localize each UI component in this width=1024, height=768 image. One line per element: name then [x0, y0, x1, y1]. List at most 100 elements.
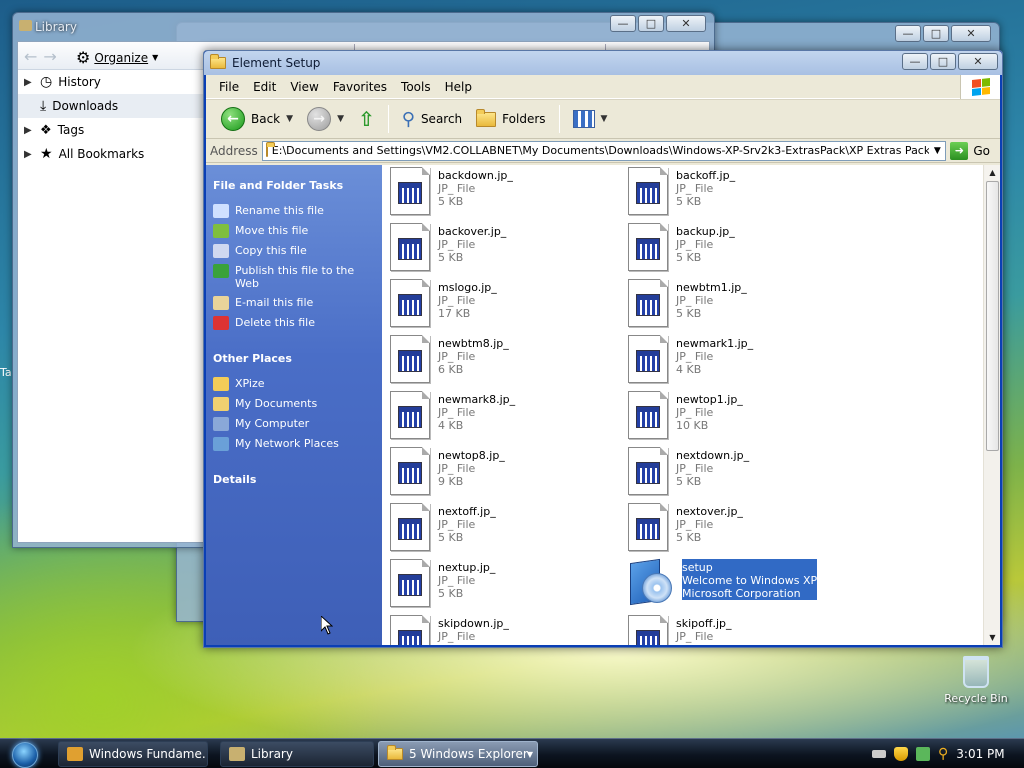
- tree-item-label: History: [58, 75, 101, 89]
- file-item[interactable]: newmark8.jp_ JP_ File 4 KB: [390, 391, 628, 439]
- folders-button[interactable]: Folders: [471, 104, 550, 134]
- xpize-icon: [213, 377, 229, 391]
- folders-icon: [476, 108, 497, 127]
- expand-arrow-icon[interactable]: ▶: [24, 77, 34, 88]
- search-icon[interactable]: ⚲: [938, 746, 948, 762]
- menu-edit[interactable]: Edit: [246, 80, 283, 94]
- file-size: 5 KB: [438, 195, 464, 208]
- explorer-maximize-button[interactable]: □: [930, 53, 956, 70]
- tree-item-downloads[interactable]: ⤓ Downloads: [18, 94, 204, 118]
- file-item[interactable]: setup Welcome to Windows XP Microsoft Corp…: [628, 558, 866, 607]
- tree-item-all-bookmarks[interactable]: ▶ ★ All Bookmarks: [18, 142, 204, 166]
- task-e-mail-this-file[interactable]: E-mail this file: [206, 294, 382, 314]
- file-item[interactable]: nextdown.jp_ JP_ File 5 KB: [628, 447, 866, 495]
- file-item[interactable]: backover.jp_ JP_ File 5 KB: [390, 223, 628, 271]
- explorer-minimize-button[interactable]: —: [902, 53, 928, 70]
- expand-arrow-icon[interactable]: ▶: [24, 149, 34, 160]
- views-dropdown-icon[interactable]: ▼: [601, 114, 608, 124]
- tree-item-tags[interactable]: ▶ ❖ Tags: [18, 118, 204, 142]
- file-folder-tasks-title[interactable]: File and Folder Tasks: [206, 177, 382, 202]
- library-minimize-button[interactable]: —: [610, 15, 636, 32]
- maximize-button[interactable]: □: [923, 25, 949, 42]
- start-button[interactable]: [7, 739, 41, 768]
- file-item[interactable]: nextoff.jp_ JP_ File 5 KB: [390, 503, 628, 551]
- file-size: Microsoft Corporation: [682, 587, 801, 600]
- scroll-up-icon[interactable]: ▲: [985, 165, 1000, 180]
- back-button[interactable]: ← Back ▼: [216, 104, 298, 134]
- go-button[interactable]: ➜ Go: [950, 141, 1000, 160]
- explorer-title-bar[interactable]: Element Setup: [204, 51, 1002, 75]
- task-copy-this-file[interactable]: Copy this file: [206, 242, 382, 262]
- file-item[interactable]: nextup.jp_ JP_ File 5 KB: [390, 559, 628, 607]
- file-info: nextup.jp_ JP_ File 5 KB: [438, 559, 495, 600]
- clock[interactable]: 3:01 PM: [956, 747, 1004, 761]
- scroll-thumb[interactable]: [986, 181, 999, 451]
- menu-tools[interactable]: Tools: [394, 80, 438, 94]
- up-folder-button[interactable]: ⇧: [353, 104, 380, 134]
- file-item[interactable]: backup.jp_ JP_ File 5 KB: [628, 223, 866, 271]
- menu-favorites[interactable]: Favorites: [326, 80, 394, 94]
- address-dropdown-icon[interactable]: ▼: [929, 141, 946, 160]
- recycle-bin[interactable]: Recycle Bin: [940, 656, 1012, 705]
- task-move-this-file[interactable]: Move this file: [206, 222, 382, 242]
- standard-toolbar: ← Back ▼ → ▼ ⇧ ⚲ Search Folders ▼: [206, 99, 1000, 139]
- back-dropdown-icon[interactable]: ▼: [286, 114, 293, 124]
- forward-dropdown-icon[interactable]: ▼: [337, 114, 344, 124]
- image-file-icon: [628, 391, 668, 439]
- close-button[interactable]: ✕: [951, 25, 991, 42]
- file-info: newmark1.jp_ JP_ File 4 KB: [676, 335, 753, 376]
- other-places-title[interactable]: Other Places: [206, 350, 382, 375]
- file-item[interactable]: nextover.jp_ JP_ File 5 KB: [628, 503, 866, 551]
- task-my-documents[interactable]: My Documents: [206, 395, 382, 415]
- organize-menu[interactable]: ⚙ Organize ▼: [76, 48, 158, 67]
- file-info: backdown.jp_ JP_ File 5 KB: [438, 167, 513, 208]
- group-dropdown-icon[interactable]: ▼: [527, 750, 533, 759]
- explorer-close-button[interactable]: ✕: [958, 53, 998, 70]
- file-item[interactable]: backoff.jp_ JP_ File 5 KB: [628, 167, 866, 215]
- views-button[interactable]: ▼: [568, 104, 613, 134]
- task-my-network-places[interactable]: My Network Places: [206, 435, 382, 455]
- menu-help[interactable]: Help: [438, 80, 479, 94]
- task-delete-this-file[interactable]: Delete this file: [206, 314, 382, 334]
- task-publish-this-file-to-the-web[interactable]: Publish this file to the Web: [206, 262, 382, 294]
- file-item[interactable]: skipdown.jp_ JP_ File: [390, 615, 628, 645]
- taskbar-button-library[interactable]: Library: [220, 741, 374, 767]
- search-button[interactable]: ⚲ Search: [397, 104, 467, 134]
- network-icon[interactable]: [916, 747, 930, 761]
- expand-arrow-icon[interactable]: ▶: [24, 125, 34, 136]
- keyboard-icon[interactable]: [872, 750, 886, 758]
- file-item[interactable]: newtop1.jp_ JP_ File 10 KB: [628, 391, 866, 439]
- file-item[interactable]: newbtm1.jp_ JP_ File 5 KB: [628, 279, 866, 327]
- library-nav-arrows[interactable]: ←→: [24, 47, 63, 66]
- file-item[interactable]: newmark1.jp_ JP_ File 4 KB: [628, 335, 866, 383]
- task-rename-this-file[interactable]: Rename this file: [206, 202, 382, 222]
- tree-item-history[interactable]: ▶ ◷ History: [18, 70, 204, 94]
- file-item[interactable]: newbtm8.jp_ JP_ File 6 KB: [390, 335, 628, 383]
- library-maximize-button[interactable]: □: [638, 15, 664, 32]
- library-close-button[interactable]: ✕: [666, 15, 706, 32]
- forward-button[interactable]: → ▼: [302, 104, 349, 134]
- explorer-window[interactable]: Element Setup — □ ✕ File Edit View Favor…: [203, 50, 1003, 648]
- file-list[interactable]: backdown.jp_ JP_ File 5 KB backoff.jp_ JP_ F…: [382, 165, 983, 645]
- task-xpize[interactable]: XPize: [206, 375, 382, 395]
- vertical-scrollbar[interactable]: ▲ ▼: [983, 165, 1000, 645]
- details-title[interactable]: Details: [206, 471, 382, 496]
- minimize-button[interactable]: —: [895, 25, 921, 42]
- taskbar-button-windows-fundamentals[interactable]: Windows Fundame...: [58, 741, 208, 767]
- image-file-icon: [628, 447, 668, 495]
- file-name: newtop8.jp_: [438, 449, 505, 462]
- menu-view[interactable]: View: [283, 80, 325, 94]
- address-input[interactable]: E:\Documents and Settings\VM2.COLLABNET\…: [261, 140, 947, 161]
- file-name: nextup.jp_: [438, 561, 496, 574]
- file-item[interactable]: mslogo.jp_ JP_ File 17 KB: [390, 279, 628, 327]
- task-my-computer[interactable]: My Computer: [206, 415, 382, 435]
- file-item[interactable]: backdown.jp_ JP_ File 5 KB: [390, 167, 628, 215]
- file-item[interactable]: skipoff.jp_ JP_ File: [628, 615, 866, 645]
- library-tree: ▶ ◷ History ⤓ Downloads ▶ ❖ Tags ▶ ★ All…: [18, 70, 204, 542]
- file-item[interactable]: newtop8.jp_ JP_ File 9 KB: [390, 447, 628, 495]
- security-shield-icon[interactable]: [894, 747, 908, 761]
- menu-file[interactable]: File: [212, 80, 246, 94]
- file-name: skipoff.jp_: [676, 617, 732, 630]
- taskbar-button-windows-explorer[interactable]: 5 Windows Explorer ▼: [378, 741, 538, 767]
- scroll-down-icon[interactable]: ▼: [985, 630, 1000, 645]
